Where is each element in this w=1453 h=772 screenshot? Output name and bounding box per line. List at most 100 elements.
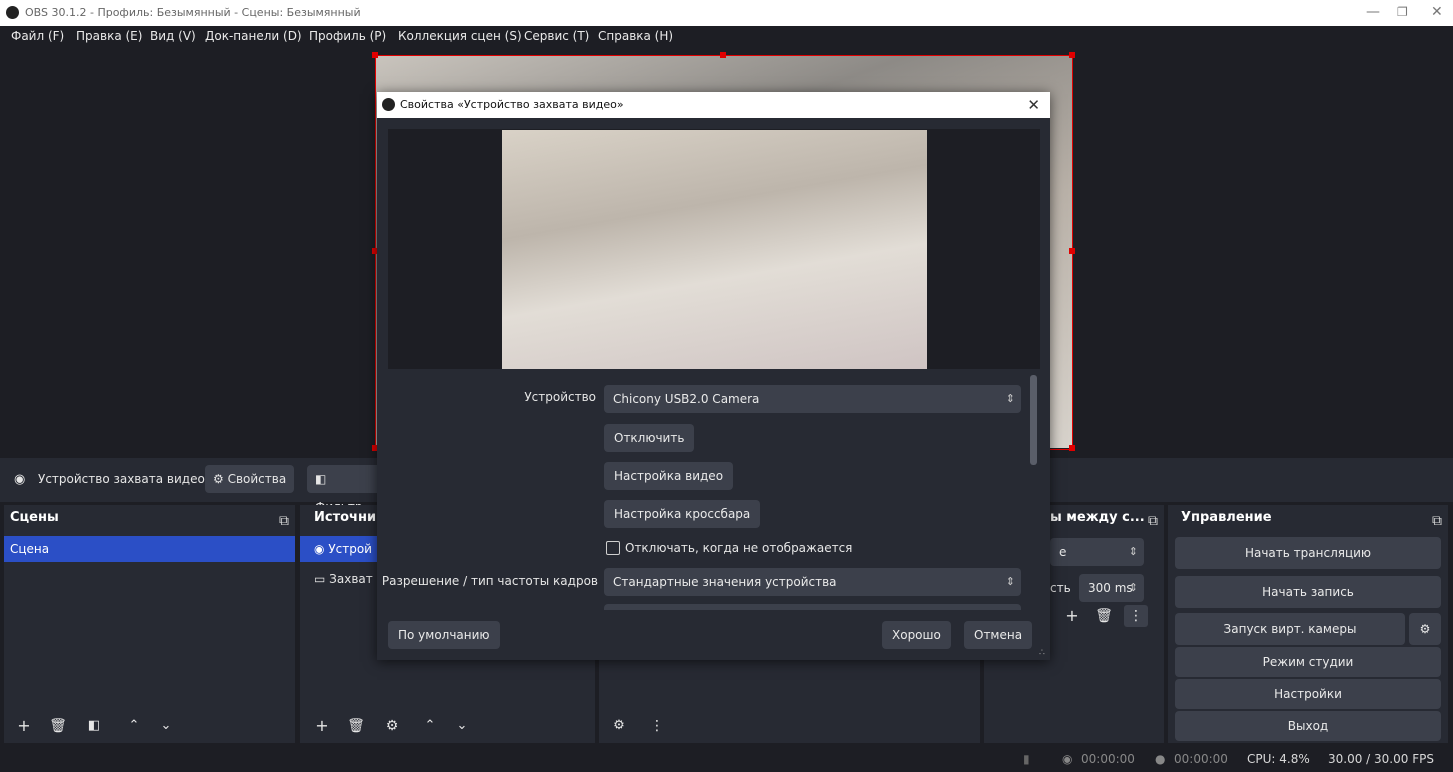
resolution-label: Разрешение / тип частоты кадров — [381, 574, 598, 588]
gear-icon: ⚙ — [1419, 622, 1431, 636]
cancel-button[interactable]: Отмена — [964, 621, 1033, 649]
controls-header: Управление ⧉ — [1168, 505, 1448, 531]
menu-scene-collection[interactable]: Коллекция сцен (S) — [398, 29, 522, 43]
chevron-updown-icon: ⇕ — [1128, 545, 1138, 558]
deactivate-checkbox[interactable] — [606, 541, 620, 555]
resize-handle-top[interactable] — [720, 52, 726, 58]
scenes-header: Сцены ⧉ — [4, 505, 295, 531]
duration-label: сть — [1050, 581, 1071, 595]
menu-bar: Файл (F) Правка (E) Вид (V) Док-панели (… — [0, 26, 1453, 48]
status-bar: ▮ ◉ 00:00:00 ● 00:00:00 CPU: 4.8% 30.00 … — [0, 745, 1453, 772]
menu-profile[interactable]: Профиль (P) — [309, 29, 386, 43]
scenes-title: Сцены — [10, 510, 59, 525]
controls-title: Управление — [1181, 510, 1272, 525]
monitor-icon: ▭ — [314, 572, 326, 586]
controls-dock: Управление ⧉ Начать трансляцию Начать за… — [1168, 505, 1448, 743]
stream-icon: ◉ — [1062, 752, 1073, 766]
mixer-footer: ⚙ ⋮ — [599, 709, 980, 743]
chevron-updown-icon: ⇕ — [1005, 575, 1015, 588]
scenes-footer: + 🗑 ◧ ⌃ ⌄ — [4, 709, 295, 743]
settings-button[interactable]: Настройки — [1175, 679, 1441, 709]
dialog-close-button[interactable]: ✕ — [1027, 96, 1040, 114]
record-time: 00:00:00 — [1174, 752, 1228, 766]
record-icon: ● — [1155, 752, 1166, 766]
move-down-icon[interactable]: ⌄ — [154, 715, 178, 737]
device-value: Chicony USB2.0 Camera — [613, 392, 760, 406]
network-icon: ▮ — [1023, 752, 1030, 766]
source-item-label: Устрой — [328, 542, 372, 556]
resolution-select[interactable]: Стандартные значения устройства ⇕ — [604, 568, 1021, 596]
scene-item[interactable]: Сцена — [4, 536, 295, 562]
configure-video-button[interactable]: Настройка видео — [604, 462, 734, 490]
filter-icon: ◧ — [315, 472, 327, 486]
move-down-icon[interactable]: ⌄ — [450, 715, 474, 737]
transition-menu-icon[interactable]: ⋮ — [1124, 605, 1148, 627]
resize-handle-right[interactable] — [1069, 248, 1075, 254]
source-item-label: Захват — [329, 572, 373, 586]
next-setting-select[interactable] — [604, 604, 1021, 610]
resize-grip-icon[interactable]: ∴ — [1039, 648, 1045, 658]
properties-button[interactable]: ⚙ Свойства — [205, 465, 295, 493]
camera-icon: ◉ — [314, 542, 325, 556]
menu-file[interactable]: Файл (F) — [11, 29, 64, 43]
minimize-button[interactable]: — — [1366, 4, 1380, 20]
sources-footer: + 🗑 ⚙ ⌃ ⌄ — [300, 709, 595, 743]
scenes-dock: Сцены ⧉ Сцена + 🗑 ◧ ⌃ ⌄ — [4, 505, 295, 743]
source-properties-icon[interactable]: ⚙ — [380, 715, 404, 737]
cpu-usage: CPU: 4.8% — [1247, 752, 1310, 766]
add-scene-icon[interactable]: + — [12, 715, 36, 737]
obs-logo-icon — [6, 6, 19, 19]
move-up-icon[interactable]: ⌃ — [418, 715, 442, 737]
exit-button[interactable]: Выход — [1175, 711, 1441, 741]
properties-label: Свойства — [227, 472, 287, 486]
ok-button[interactable]: Хорошо — [882, 621, 951, 649]
restore-button[interactable]: ❐ — [1397, 5, 1408, 19]
undock-icon[interactable]: ⧉ — [1148, 508, 1158, 534]
transition-select[interactable]: е ⇕ — [1050, 538, 1144, 566]
scene-filters-icon[interactable]: ◧ — [82, 715, 106, 737]
add-transition-icon[interactable]: + — [1060, 605, 1084, 627]
configure-crossbar-button[interactable]: Настройка кроссбара — [604, 500, 761, 528]
advanced-audio-icon[interactable]: ⚙ — [607, 715, 631, 737]
mixer-menu-icon[interactable]: ⋮ — [645, 715, 669, 737]
resolution-value: Стандартные значения устройства — [613, 575, 837, 589]
device-select[interactable]: Chicony USB2.0 Camera ⇕ — [604, 385, 1021, 413]
duration-value: 300 ms — [1088, 581, 1133, 595]
window-titlebar: OBS 30.1.2 - Профиль: Безымянный - Сцены… — [0, 0, 1453, 26]
dialog-camera-image — [502, 130, 927, 369]
menu-tools[interactable]: Сервис (T) — [524, 29, 589, 43]
spin-icon: ⇕ — [1128, 581, 1138, 594]
remove-source-icon[interactable]: 🗑 — [344, 715, 368, 737]
virtual-camera-settings-button[interactable]: ⚙ — [1409, 613, 1441, 645]
start-streaming-button[interactable]: Начать трансляцию — [1175, 537, 1441, 569]
menu-help[interactable]: Справка (H) — [598, 29, 673, 43]
resize-handle-bottom-right[interactable] — [1069, 445, 1075, 451]
close-button[interactable]: ✕ — [1431, 4, 1443, 20]
undock-icon[interactable]: ⧉ — [1432, 508, 1442, 534]
move-up-icon[interactable]: ⌃ — [122, 715, 146, 737]
dialog-titlebar: Свойства «Устройство захвата видео» ✕ — [377, 92, 1050, 118]
add-source-icon[interactable]: + — [310, 715, 334, 737]
disable-device-button[interactable]: Отключить — [604, 424, 695, 452]
remove-scene-icon[interactable]: 🗑 — [46, 715, 70, 737]
chevron-updown-icon: ⇕ — [1005, 392, 1015, 405]
studio-mode-button[interactable]: Режим студии — [1175, 647, 1441, 677]
duration-spinbox[interactable]: 300 ms ⇕ — [1079, 574, 1144, 602]
stream-time: 00:00:00 — [1081, 752, 1135, 766]
resize-handle-top-left[interactable] — [372, 52, 378, 58]
filters-button[interactable]: ◧ Фильтр — [307, 465, 383, 514]
menu-docks[interactable]: Док-панели (D) — [205, 29, 302, 43]
properties-scrollbar[interactable] — [1030, 375, 1037, 465]
remove-transition-icon[interactable]: 🗑 — [1092, 605, 1116, 627]
sources-title: Источник — [314, 510, 385, 525]
start-virtual-camera-button[interactable]: Запуск вирт. камеры — [1175, 613, 1405, 645]
menu-view[interactable]: Вид (V) — [150, 29, 196, 43]
undock-icon[interactable]: ⧉ — [279, 508, 289, 534]
resize-handle-top-right[interactable] — [1069, 52, 1075, 58]
defaults-button[interactable]: По умолчанию — [388, 621, 500, 649]
menu-edit[interactable]: Правка (E) — [76, 29, 142, 43]
start-recording-button[interactable]: Начать запись — [1175, 576, 1441, 608]
selected-source-name: Устройство захвата видео — [38, 472, 205, 486]
dialog-title: Свойства «Устройство захвата видео» — [400, 98, 624, 111]
transitions-title: ы между с... — [1050, 510, 1145, 525]
